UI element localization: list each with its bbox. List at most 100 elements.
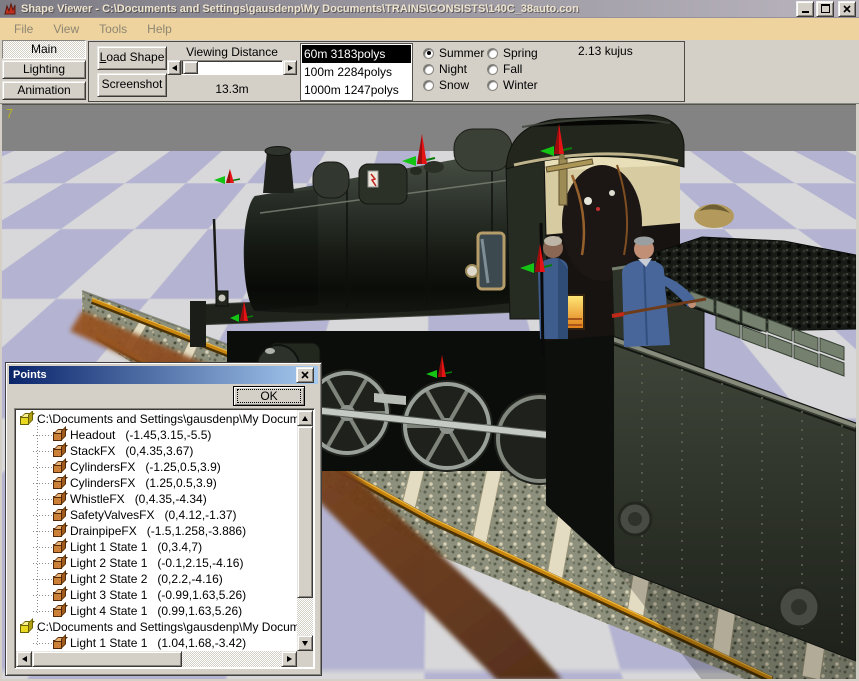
radio-fall[interactable]: Fall — [487, 61, 538, 77]
points-dialog-titlebar[interactable]: Points — [9, 366, 318, 384]
tree-connector — [33, 483, 53, 484]
sand-mound — [694, 204, 734, 228]
tree-item[interactable]: Light 2 State 1(-0.1,2.15,-4.16) — [17, 555, 297, 571]
minimize-button[interactable] — [796, 1, 814, 17]
scroll-down-button[interactable] — [297, 635, 313, 651]
lod-item[interactable]: 60m 3183polys — [302, 45, 411, 63]
radio-circle — [423, 48, 434, 59]
horizontal-scrollbar[interactable] — [16, 651, 297, 667]
tree-item[interactable]: Light 3 State 1(-0.99,1.63,5.26) — [17, 587, 297, 603]
vertical-scrollbar[interactable] — [297, 410, 313, 651]
frame-counter: 7 — [6, 106, 13, 121]
vertical-scroll-thumb[interactable] — [297, 426, 313, 598]
window-title: Shape Viewer - C:\Documents and Settings… — [21, 3, 794, 15]
cube-icon — [53, 496, 62, 505]
radio-circle — [487, 64, 498, 75]
tree-connector — [33, 547, 53, 548]
points-close-button[interactable] — [296, 367, 314, 383]
title-bar[interactable]: Shape Viewer - C:\Documents and Settings… — [0, 0, 859, 18]
tab-lighting[interactable]: Lighting — [2, 60, 86, 79]
viewing-distance-label: Viewing Distance — [169, 45, 295, 59]
left-arrow-icon — [22, 656, 27, 662]
tree-connector — [33, 563, 53, 564]
tree-item[interactable]: SafetyValvesFX(0,4.12,-1.37) — [17, 507, 297, 523]
tree-item[interactable]: Light 4 State 1(0.99,1.63,5.26) — [17, 603, 297, 619]
radio-night[interactable]: Night — [423, 61, 484, 77]
tree-connector — [33, 435, 53, 436]
slider-left-arrow[interactable] — [167, 60, 181, 75]
lod-item[interactable]: 100m 2284polys — [302, 63, 411, 81]
menu-file[interactable]: File — [4, 19, 43, 39]
cube-icon — [53, 528, 62, 537]
tree-root[interactable]: C:\Documents and Settings\gausdenp\My Do… — [17, 619, 297, 635]
tree-item[interactable]: CylindersFX(-1.25,0.5,3.9) — [17, 459, 297, 475]
tree-connector — [33, 499, 53, 500]
slider-track[interactable] — [181, 60, 283, 75]
tree-item[interactable]: DrainpipeFX(-1.5,1.258,-3.886) — [17, 523, 297, 539]
folder-cube-icon — [20, 416, 29, 425]
radio-circle — [487, 48, 498, 59]
tab-main[interactable]: Main — [2, 40, 86, 59]
cube-icon — [53, 512, 62, 521]
minimize-icon — [802, 11, 809, 13]
tree-item[interactable]: Light 1 State 1(0,3.4,7) — [17, 539, 297, 555]
menu-help[interactable]: Help — [137, 19, 182, 39]
points-dialog-title: Points — [13, 369, 47, 381]
load-shape-button[interactable]: Load Shape — [97, 46, 167, 70]
up-arrow-icon — [302, 416, 308, 421]
close-button[interactable] — [838, 1, 856, 17]
tree-item[interactable]: StackFX(0,4.35,3.67) — [17, 443, 297, 459]
menu-bar: File View Tools Help — [0, 18, 859, 40]
cube-icon — [53, 576, 62, 585]
scroll-left-button[interactable] — [16, 651, 32, 667]
cube-icon — [53, 432, 62, 441]
tree-branch-line — [37, 423, 38, 613]
tree-item[interactable]: Light 1 State 1(1.04,1.68,-3.42) — [17, 635, 297, 651]
main-panel: Load Shape Screenshot Viewing Distance 1… — [88, 41, 685, 102]
flag-pole — [214, 219, 217, 303]
radio-circle — [423, 80, 434, 91]
close-icon — [301, 371, 309, 379]
marker — [214, 169, 240, 184]
tree-connector — [33, 611, 53, 612]
close-icon — [843, 5, 851, 13]
status-value: 2.13 kujus — [578, 44, 633, 58]
points-tree: C:\Documents and Settings\gausdenp\My Do… — [14, 408, 315, 669]
tree-item[interactable]: Light 2 State 2(0,2.2,-4.16) — [17, 571, 297, 587]
tree-item[interactable]: WhistleFX(0,4.35,-4.34) — [17, 491, 297, 507]
radio-winter[interactable]: Winter — [487, 77, 538, 93]
smoke-stack — [263, 151, 294, 193]
cube-icon — [53, 464, 62, 473]
scroll-right-button[interactable] — [281, 651, 297, 667]
lod-item[interactable]: 1000m 1247polys — [302, 81, 411, 99]
horizontal-scroll-thumb[interactable] — [32, 651, 182, 667]
viewing-distance-slider[interactable] — [167, 60, 297, 75]
scroll-up-button[interactable] — [297, 410, 313, 426]
maximize-button[interactable] — [816, 1, 834, 17]
screenshot-button[interactable]: Screenshot — [97, 73, 167, 97]
tab-animation[interactable]: Animation — [2, 81, 86, 100]
cube-icon — [53, 544, 62, 553]
slider-thumb[interactable] — [183, 61, 198, 74]
maximize-icon — [821, 4, 830, 13]
right-arrow-icon — [287, 656, 292, 662]
season-column-1: Summer Night Snow — [423, 45, 484, 93]
season-column-2: Spring Fall Winter — [487, 45, 538, 93]
radio-summer[interactable]: Summer — [423, 45, 484, 61]
cube-icon — [53, 592, 62, 601]
menu-view[interactable]: View — [43, 19, 89, 39]
cube-icon — [53, 560, 62, 569]
tree-item[interactable]: Headout(-1.45,3.15,-5.5) — [17, 427, 297, 443]
cube-icon — [53, 480, 62, 489]
radio-snow[interactable]: Snow — [423, 77, 484, 93]
tree-item[interactable]: CylindersFX(1.25,0.5,3.9) — [17, 475, 297, 491]
menu-tools[interactable]: Tools — [89, 19, 137, 39]
radio-spring[interactable]: Spring — [487, 45, 538, 61]
slider-right-arrow[interactable] — [283, 60, 297, 75]
scrollbar-corner — [297, 651, 313, 667]
dome-sand — [359, 164, 407, 204]
cube-icon — [53, 640, 62, 649]
tree-connector — [33, 531, 53, 532]
tree-root[interactable]: C:\Documents and Settings\gausdenp\My Do… — [17, 411, 297, 427]
ok-button[interactable]: OK — [233, 386, 305, 406]
